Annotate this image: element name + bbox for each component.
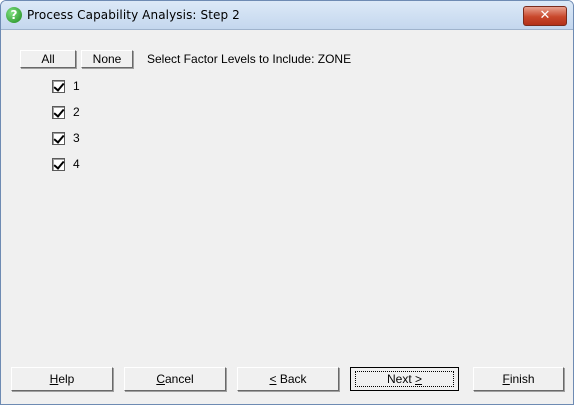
cancel-mnemonic: C bbox=[156, 372, 165, 386]
factor-level-item[interactable]: 4 bbox=[52, 156, 112, 182]
select-all-button[interactable]: All bbox=[20, 50, 76, 68]
factor-level-item[interactable]: 2 bbox=[52, 104, 112, 130]
level-3-checkbox[interactable] bbox=[52, 132, 65, 145]
level-label: 2 bbox=[73, 105, 80, 119]
finish-button[interactable]: Finish bbox=[473, 367, 564, 391]
help-label-rest: elp bbox=[58, 372, 75, 386]
dialog-client-area: All None Select Factor Levels to Include… bbox=[1, 30, 573, 404]
question-icon: ? bbox=[6, 7, 22, 23]
help-button[interactable]: Help bbox=[11, 367, 113, 391]
window-title: Process Capability Analysis: Step 2 bbox=[27, 8, 240, 22]
level-1-checkbox[interactable] bbox=[52, 80, 65, 93]
level-label: 4 bbox=[73, 157, 80, 171]
factor-level-item[interactable]: 3 bbox=[52, 130, 112, 156]
back-button[interactable]: < Back bbox=[237, 367, 339, 391]
next-label-pre: Next bbox=[386, 372, 415, 386]
title-bar[interactable]: ? Process Capability Analysis: Step 2 ✕ bbox=[1, 1, 573, 30]
factor-level-list: 1 2 3 4 bbox=[52, 78, 112, 182]
cancel-label-rest: ancel bbox=[164, 372, 194, 386]
level-label: 1 bbox=[73, 79, 80, 93]
back-mnemonic: < bbox=[269, 372, 277, 386]
select-none-button[interactable]: None bbox=[81, 50, 133, 68]
level-label: 3 bbox=[73, 131, 80, 145]
next-button[interactable]: Next > bbox=[350, 367, 459, 391]
next-focus-rect: Next > bbox=[355, 371, 454, 387]
level-4-checkbox[interactable] bbox=[52, 158, 65, 171]
close-button[interactable]: ✕ bbox=[523, 6, 567, 26]
back-label-rest: Back bbox=[276, 372, 307, 386]
dialog-window: ? Process Capability Analysis: Step 2 ✕ … bbox=[0, 0, 574, 405]
factor-level-item[interactable]: 1 bbox=[52, 78, 112, 104]
next-mnemonic: > bbox=[415, 372, 423, 386]
cancel-button[interactable]: Cancel bbox=[124, 367, 226, 391]
finish-label-rest: inish bbox=[509, 372, 535, 386]
finish-mnemonic: F bbox=[502, 372, 510, 386]
level-2-checkbox[interactable] bbox=[52, 106, 65, 119]
factor-levels-label: Select Factor Levels to Include: ZONE bbox=[147, 52, 352, 66]
